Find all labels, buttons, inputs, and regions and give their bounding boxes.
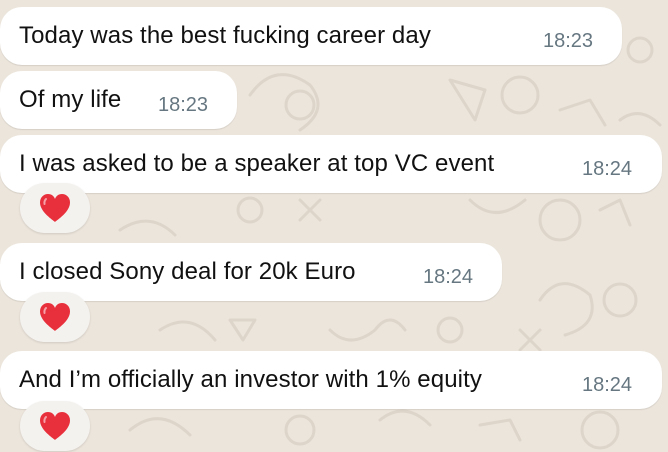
reaction-pill[interactable] xyxy=(20,292,90,342)
message-bubble[interactable]: Of my life 18:23 xyxy=(0,71,237,129)
message-bubble[interactable]: Today was the best fucking career day 18… xyxy=(0,7,622,65)
message-bubble[interactable]: I was asked to be a speaker at top VC ev… xyxy=(0,135,662,193)
red-heart-icon xyxy=(40,412,70,440)
message-text: Of my life xyxy=(19,86,122,113)
message-timestamp: 18:23 xyxy=(543,30,594,52)
message-text: I closed Sony deal for 20k Euro xyxy=(19,258,356,285)
message-timestamp: 18:24 xyxy=(582,158,633,180)
message-timestamp: 18:23 xyxy=(158,94,209,116)
message-bubble[interactable]: And I’m officially an investor with 1% e… xyxy=(0,351,662,409)
message-bubble[interactable]: I closed Sony deal for 20k Euro 18:24 xyxy=(0,243,502,301)
red-heart-icon xyxy=(40,303,70,331)
message-text: Today was the best fucking career day xyxy=(19,22,431,49)
red-heart-icon xyxy=(40,194,70,222)
reaction-pill[interactable] xyxy=(20,401,90,451)
message-timestamp: 18:24 xyxy=(423,266,474,288)
chat-thread: Today was the best fucking career day 18… xyxy=(0,0,668,452)
message-text: I was asked to be a speaker at top VC ev… xyxy=(19,150,495,177)
message-text: And I’m officially an investor with 1% e… xyxy=(19,366,482,393)
message-timestamp: 18:24 xyxy=(582,374,633,396)
reaction-pill[interactable] xyxy=(20,183,90,233)
